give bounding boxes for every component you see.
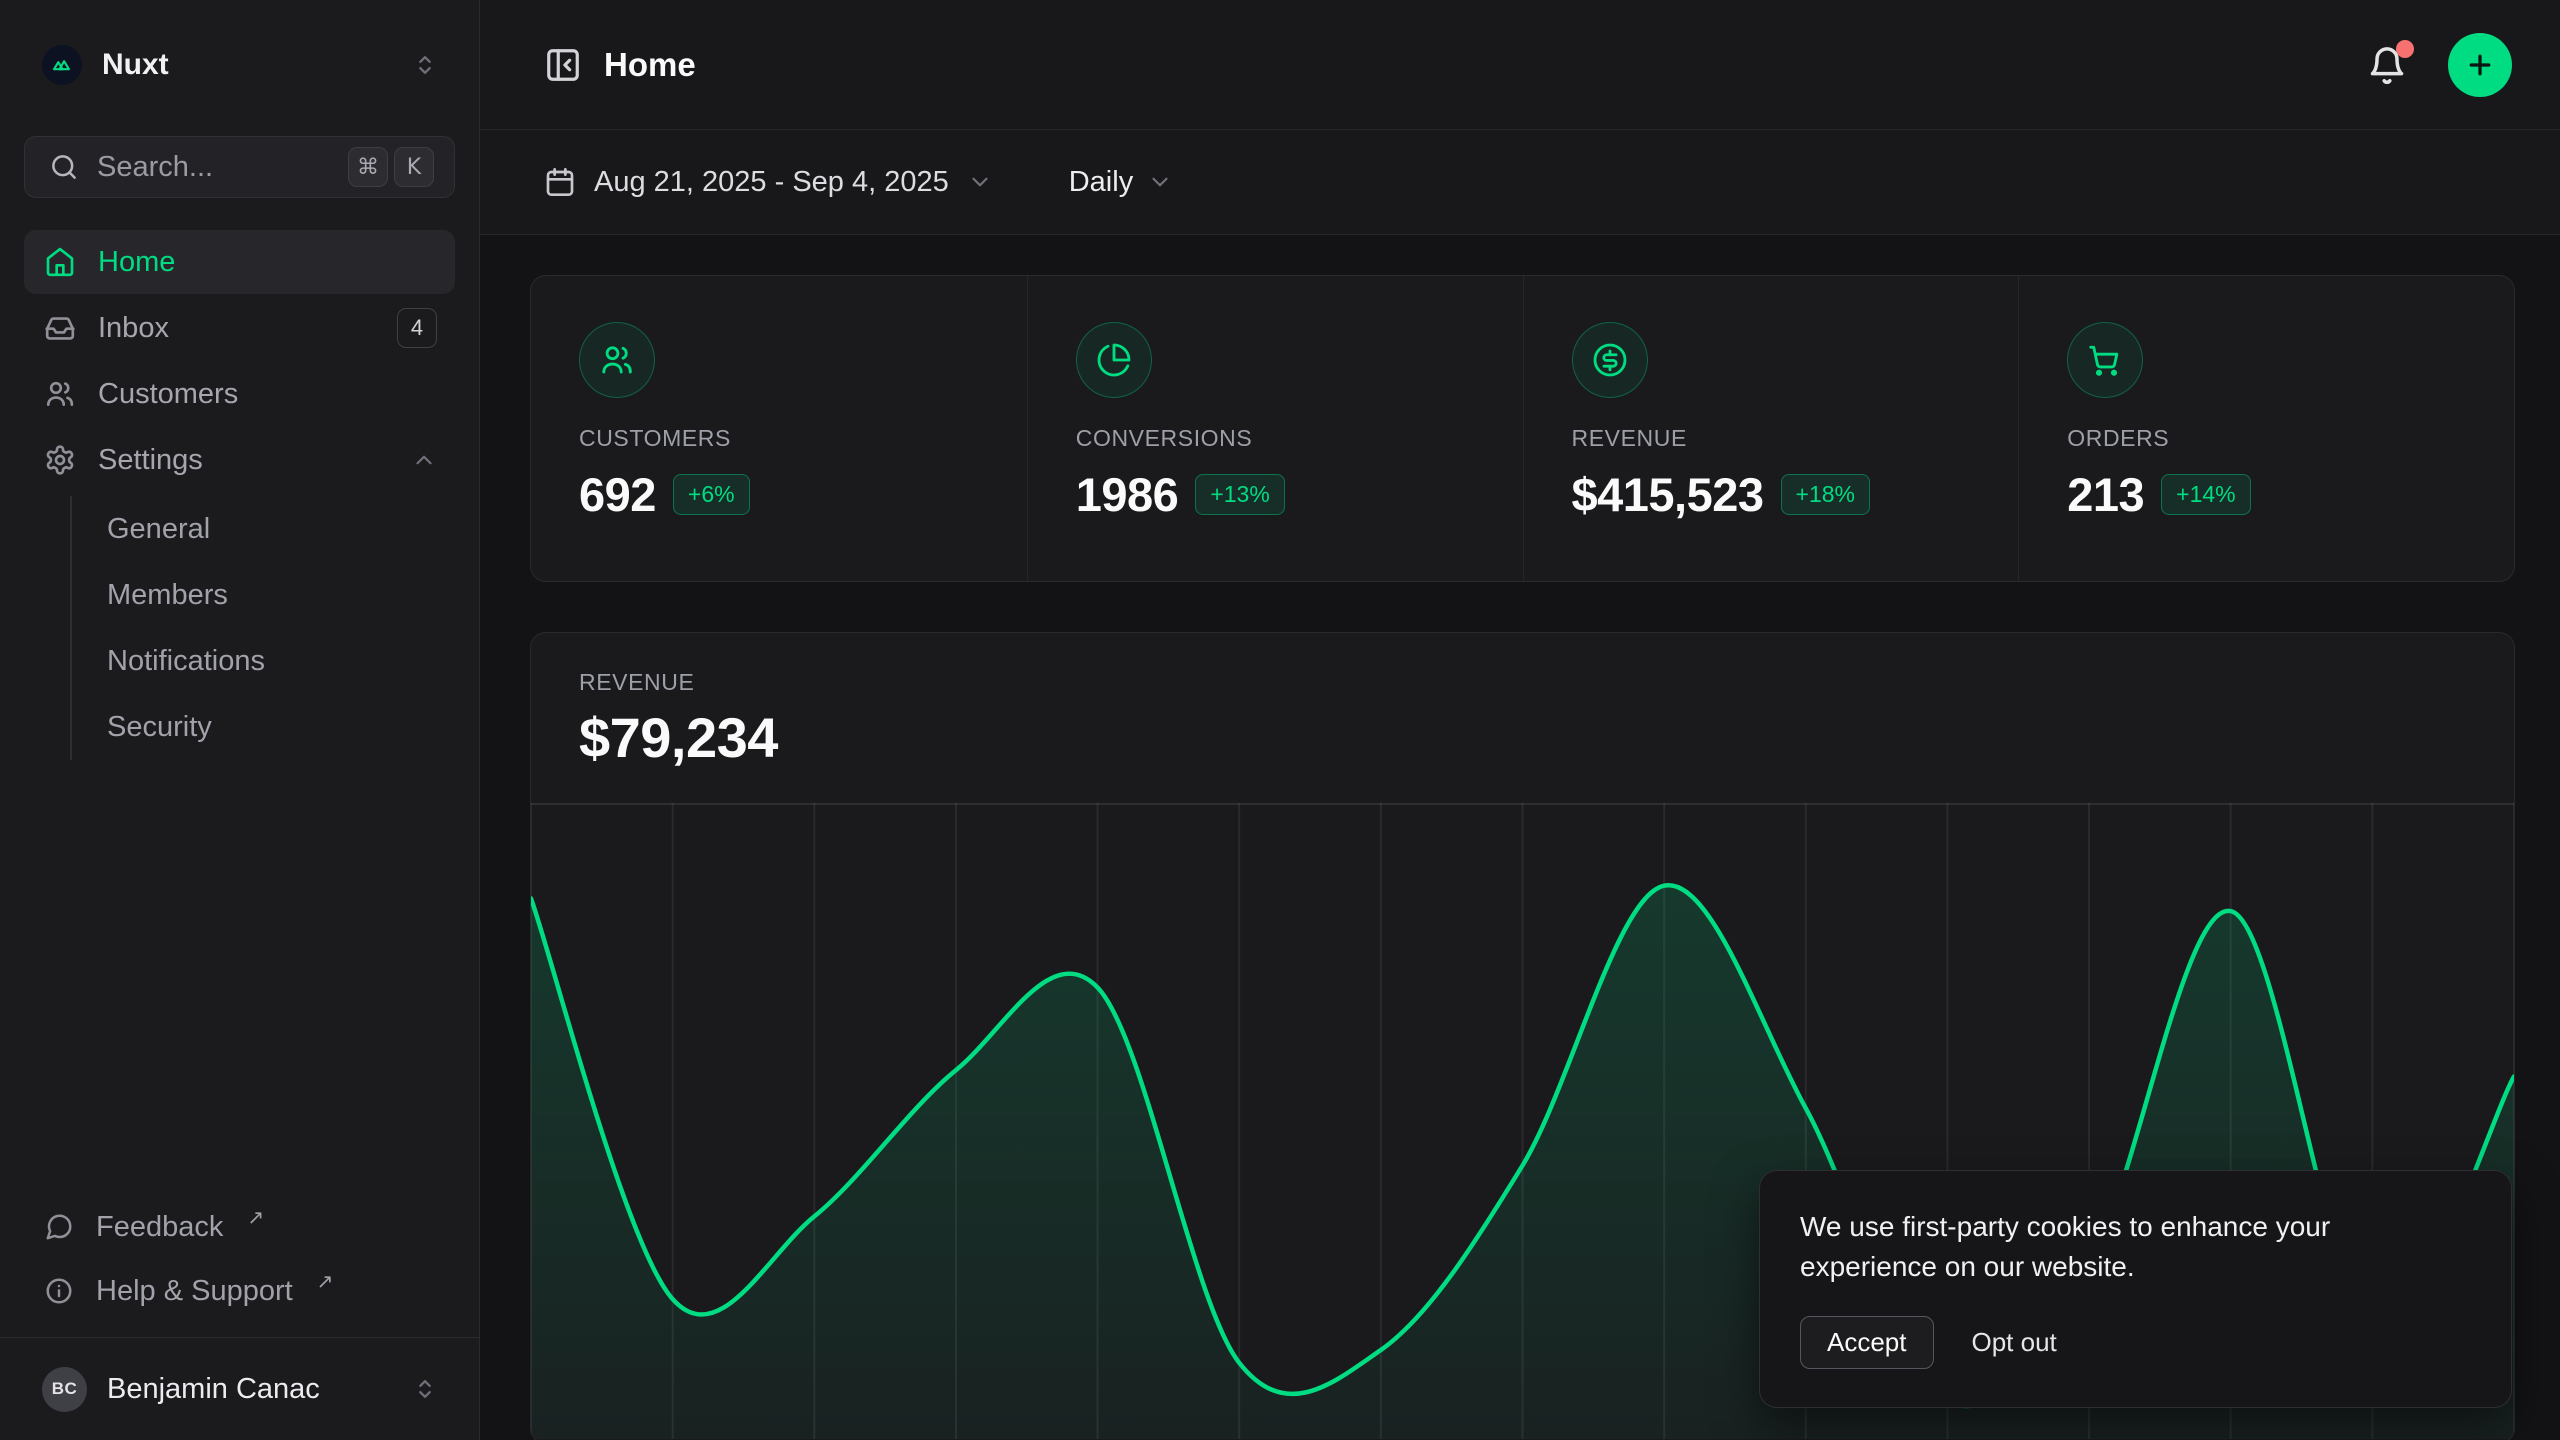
chevron-up-down-icon — [411, 1375, 439, 1403]
users-icon — [44, 378, 76, 410]
collapse-sidebar-icon[interactable] — [544, 46, 582, 84]
revenue-label: REVENUE — [579, 667, 2466, 697]
header-left: Home — [544, 46, 696, 84]
page-title: Home — [604, 46, 696, 84]
sidebar-nav: Home Inbox 4 Customers Settings Ge — [24, 230, 455, 762]
avatar: BC — [42, 1367, 87, 1412]
settings-subnav: General Members Notifications Security — [70, 496, 455, 760]
stat-label: CONVERSIONS — [1076, 425, 1523, 452]
stat-delta-badge: +18% — [1781, 474, 1870, 515]
cart-icon — [2067, 322, 2143, 398]
sidebar-user-section: BC Benjamin Canac — [0, 1337, 479, 1440]
external-link-icon: ↗ — [317, 1269, 334, 1294]
search-kbd-hints: ⌘ K — [348, 147, 434, 187]
workspace-selector[interactable]: Nuxt — [24, 40, 455, 90]
revenue-panel-header: REVENUE $79,234 — [531, 633, 2514, 771]
sidebar-item-home[interactable]: Home — [24, 230, 455, 294]
stat-value: 213 — [2067, 467, 2144, 522]
info-circle-icon — [44, 1276, 74, 1306]
sidebar-item-customers[interactable]: Customers — [24, 362, 455, 426]
help-support-label: Help & Support — [96, 1275, 293, 1308]
stat-revenue[interactable]: REVENUE $415,523 +18% — [1523, 276, 2019, 581]
accept-button[interactable]: Accept — [1800, 1316, 1934, 1369]
chevron-up-icon — [411, 447, 437, 473]
feedback-label: Feedback — [96, 1211, 223, 1244]
sidebar-spacer — [0, 762, 479, 1195]
chevron-down-icon — [967, 169, 993, 195]
kbd-k: K — [394, 147, 434, 187]
search-input-wrap[interactable]: ⌘ K — [24, 136, 455, 198]
opt-out-button[interactable]: Opt out — [1972, 1327, 2057, 1358]
sidebar-footer-links: Feedback ↗ Help & Support ↗ — [24, 1195, 455, 1323]
cookie-actions: Accept Opt out — [1800, 1316, 2471, 1369]
inbox-icon — [44, 312, 76, 344]
inbox-unread-badge: 4 — [397, 308, 437, 348]
stat-label: ORDERS — [2067, 425, 2514, 452]
home-icon — [44, 246, 76, 278]
unread-dot — [2396, 40, 2414, 58]
sidebar-item-inbox[interactable]: Inbox 4 — [24, 296, 455, 360]
cookie-banner: We use first-party cookies to enhance yo… — [1759, 1170, 2512, 1408]
stat-value: $415,523 — [1572, 467, 1764, 522]
add-button[interactable] — [2448, 33, 2512, 97]
stat-value: 1986 — [1076, 467, 1179, 522]
users-icon — [579, 322, 655, 398]
sidebar-item-label: Settings — [98, 444, 389, 477]
granularity-select[interactable]: Daily — [1069, 166, 1173, 199]
revenue-value: $79,234 — [579, 705, 2466, 771]
date-range-value: Aug 21, 2025 - Sep 4, 2025 — [594, 166, 949, 199]
sidebar-item-members[interactable]: Members — [107, 562, 455, 628]
filters-toolbar: Aug 21, 2025 - Sep 4, 2025 Daily — [480, 130, 2560, 235]
sidebar-item-settings[interactable]: Settings — [24, 428, 455, 492]
stat-delta-badge: +13% — [1195, 474, 1284, 515]
user-name: Benjamin Canac — [107, 1373, 391, 1406]
stat-delta-badge: +14% — [2161, 474, 2250, 515]
chat-bubble-icon — [44, 1212, 74, 1242]
sidebar-item-general[interactable]: General — [107, 496, 455, 562]
sidebar: Nuxt ⌘ K Home Inbox 4 — [0, 0, 480, 1440]
calendar-icon — [544, 166, 576, 198]
external-link-icon: ↗ — [247, 1205, 264, 1230]
feedback-link[interactable]: Feedback ↗ — [24, 1195, 455, 1259]
help-support-link[interactable]: Help & Support ↗ — [24, 1259, 455, 1323]
stat-orders[interactable]: ORDERS 213 +14% — [2018, 276, 2514, 581]
chevron-up-down-icon — [411, 51, 439, 79]
stat-value: 692 — [579, 467, 656, 522]
sidebar-item-notifications[interactable]: Notifications — [107, 628, 455, 694]
page-header: Home — [480, 0, 2560, 130]
granularity-value: Daily — [1069, 166, 1133, 199]
pie-chart-icon — [1076, 322, 1152, 398]
nuxt-logo-icon — [42, 45, 82, 85]
sidebar-item-label: Inbox — [98, 312, 375, 345]
sidebar-item-label: Home — [98, 246, 437, 279]
chevron-down-icon — [1147, 169, 1173, 195]
workspace-name: Nuxt — [102, 48, 391, 82]
search-icon — [49, 152, 79, 182]
stat-label: REVENUE — [1572, 425, 2019, 452]
stats-cards: CUSTOMERS 692 +6% CONVERSIONS 1986 +13% — [530, 275, 2515, 582]
stat-conversions[interactable]: CONVERSIONS 1986 +13% — [1027, 276, 1523, 581]
search-input[interactable] — [97, 151, 330, 184]
dollar-circle-icon — [1572, 322, 1648, 398]
notifications-button[interactable] — [2360, 38, 2414, 92]
stat-delta-badge: +6% — [673, 474, 750, 515]
sidebar-item-label: Customers — [98, 378, 437, 411]
kbd-cmd: ⌘ — [348, 147, 388, 187]
stat-customers[interactable]: CUSTOMERS 692 +6% — [531, 276, 1027, 581]
header-right — [2360, 33, 2512, 97]
gear-icon — [44, 444, 76, 476]
stat-label: CUSTOMERS — [579, 425, 1027, 452]
cookie-message: We use first-party cookies to enhance yo… — [1800, 1207, 2430, 1288]
user-menu-button[interactable]: BC Benjamin Canac — [24, 1354, 455, 1424]
date-range-picker[interactable]: Aug 21, 2025 - Sep 4, 2025 — [544, 166, 993, 199]
sidebar-item-security[interactable]: Security — [107, 694, 455, 760]
